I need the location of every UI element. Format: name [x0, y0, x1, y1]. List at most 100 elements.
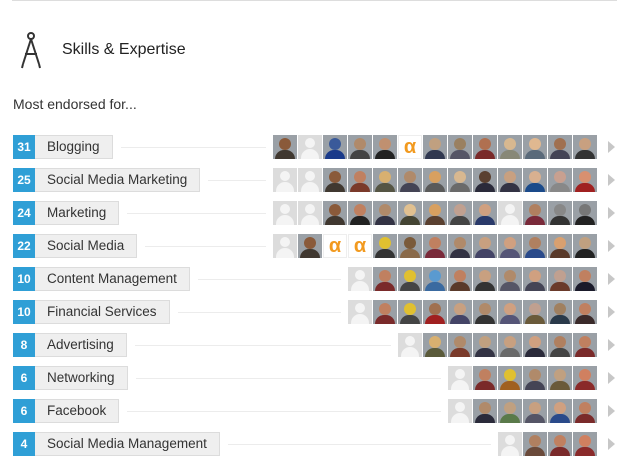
skill-name[interactable]: Social Media	[35, 234, 138, 258]
skill-name[interactable]: Blogging	[35, 135, 113, 159]
logo-avatar[interactable]: α	[348, 234, 372, 258]
endorser-avatar[interactable]	[523, 135, 547, 159]
endorsement-count[interactable]: 6	[13, 399, 35, 423]
endorser-avatar[interactable]	[423, 168, 447, 192]
endorser-avatar[interactable]	[423, 234, 447, 258]
endorser-avatar[interactable]	[398, 300, 422, 324]
endorsement-count[interactable]: 8	[13, 333, 35, 357]
skill-row[interactable]: 6 Facebook	[13, 399, 622, 423]
skill-name[interactable]: Advertising	[35, 333, 127, 357]
endorsement-count[interactable]: 6	[13, 366, 35, 390]
default-avatar[interactable]	[273, 168, 297, 192]
skill-name[interactable]: Content Management	[35, 267, 190, 291]
endorser-avatar[interactable]	[523, 234, 547, 258]
chevron-right-icon[interactable]	[608, 141, 615, 153]
endorsement-count[interactable]: 10	[13, 300, 35, 324]
endorser-avatar[interactable]	[473, 333, 497, 357]
endorser-avatar[interactable]	[573, 267, 597, 291]
endorser-avatar[interactable]	[573, 300, 597, 324]
endorser-avatar[interactable]	[373, 201, 397, 225]
endorser-avatar[interactable]	[348, 135, 372, 159]
endorser-avatar[interactable]	[373, 300, 397, 324]
skill-row[interactable]: 10 Content Management	[13, 267, 622, 291]
chevron-right-icon[interactable]	[608, 174, 615, 186]
endorser-avatar[interactable]	[423, 201, 447, 225]
default-avatar[interactable]	[448, 366, 472, 390]
endorsement-count[interactable]: 25	[13, 168, 35, 192]
endorser-avatar[interactable]	[473, 234, 497, 258]
skill-name[interactable]: Financial Services	[35, 300, 170, 324]
endorser-avatar[interactable]	[373, 267, 397, 291]
endorser-avatar[interactable]	[573, 168, 597, 192]
default-avatar[interactable]	[398, 333, 422, 357]
endorser-avatar[interactable]	[323, 135, 347, 159]
endorser-avatar[interactable]	[448, 267, 472, 291]
chevron-right-icon[interactable]	[608, 207, 615, 219]
logo-avatar[interactable]: α	[398, 135, 422, 159]
skill-row[interactable]: 10 Financial Services	[13, 300, 622, 324]
endorser-avatar[interactable]	[523, 399, 547, 423]
endorsement-count[interactable]: 10	[13, 267, 35, 291]
endorser-avatar[interactable]	[523, 168, 547, 192]
skill-name[interactable]: Facebook	[35, 399, 120, 423]
endorser-avatar[interactable]	[523, 333, 547, 357]
endorser-avatar[interactable]	[498, 333, 522, 357]
endorser-avatar[interactable]	[473, 366, 497, 390]
default-avatar[interactable]	[448, 399, 472, 423]
endorser-avatar[interactable]	[523, 267, 547, 291]
endorser-avatar[interactable]	[423, 300, 447, 324]
skill-name[interactable]: Networking	[35, 366, 128, 390]
endorser-avatar[interactable]	[298, 234, 322, 258]
endorser-avatar[interactable]	[473, 267, 497, 291]
endorser-avatar[interactable]	[548, 168, 572, 192]
endorsement-count[interactable]: 24	[13, 201, 35, 225]
endorser-avatar[interactable]	[573, 201, 597, 225]
default-avatar[interactable]	[298, 135, 322, 159]
endorser-avatar[interactable]	[323, 168, 347, 192]
endorser-avatar[interactable]	[373, 135, 397, 159]
endorser-avatar[interactable]	[548, 432, 572, 456]
endorser-avatar[interactable]	[573, 135, 597, 159]
chevron-right-icon[interactable]	[608, 306, 615, 318]
endorser-avatar[interactable]	[548, 234, 572, 258]
endorser-avatar[interactable]	[423, 135, 447, 159]
skill-name[interactable]: Social Media Management	[35, 432, 220, 456]
endorser-avatar[interactable]	[348, 168, 372, 192]
endorser-avatar[interactable]	[548, 300, 572, 324]
chevron-right-icon[interactable]	[608, 240, 615, 252]
endorser-avatar[interactable]	[398, 234, 422, 258]
endorsement-count[interactable]: 22	[13, 234, 35, 258]
endorser-avatar[interactable]	[323, 201, 347, 225]
endorser-avatar[interactable]	[498, 135, 522, 159]
skill-name[interactable]: Social Media Marketing	[35, 168, 201, 192]
endorsement-count[interactable]: 4	[13, 432, 35, 456]
endorser-avatar[interactable]	[398, 201, 422, 225]
endorser-avatar[interactable]	[523, 432, 547, 456]
endorser-avatar[interactable]	[473, 399, 497, 423]
endorser-avatar[interactable]	[548, 333, 572, 357]
endorser-avatar[interactable]	[448, 234, 472, 258]
chevron-right-icon[interactable]	[608, 339, 615, 351]
chevron-right-icon[interactable]	[608, 273, 615, 285]
default-avatar[interactable]	[298, 168, 322, 192]
endorser-avatar[interactable]	[423, 267, 447, 291]
endorser-avatar[interactable]	[448, 201, 472, 225]
chevron-right-icon[interactable]	[608, 405, 615, 417]
default-avatar[interactable]	[348, 300, 372, 324]
chevron-right-icon[interactable]	[608, 372, 615, 384]
skill-row[interactable]: 25 Social Media Marketing	[13, 168, 622, 192]
skill-row[interactable]: 31 Blogging α	[13, 135, 622, 159]
endorser-avatar[interactable]	[448, 333, 472, 357]
endorser-avatar[interactable]	[398, 267, 422, 291]
skill-row[interactable]: 6 Networking	[13, 366, 622, 390]
endorser-avatar[interactable]	[498, 267, 522, 291]
endorser-avatar[interactable]	[448, 135, 472, 159]
endorser-avatar[interactable]	[548, 399, 572, 423]
endorser-avatar[interactable]	[473, 168, 497, 192]
endorser-avatar[interactable]	[498, 300, 522, 324]
endorser-avatar[interactable]	[548, 201, 572, 225]
endorser-avatar[interactable]	[473, 300, 497, 324]
chevron-right-icon[interactable]	[608, 438, 615, 450]
endorser-avatar[interactable]	[523, 201, 547, 225]
endorser-avatar[interactable]	[573, 234, 597, 258]
